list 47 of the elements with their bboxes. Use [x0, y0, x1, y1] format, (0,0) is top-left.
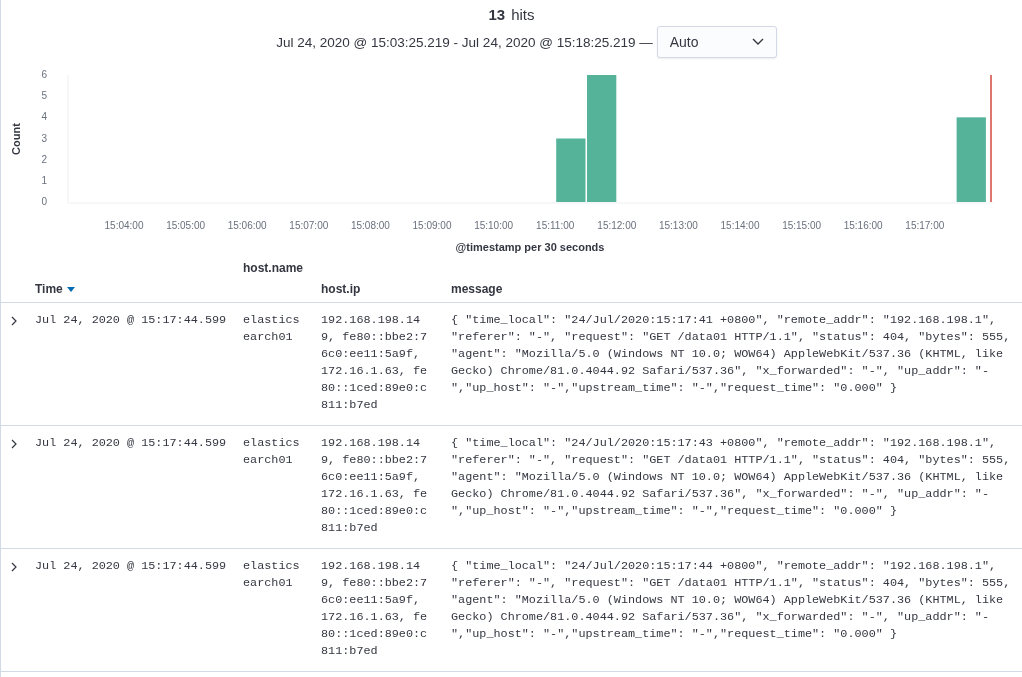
table-cell-text: elasticsearch01 [243, 558, 301, 592]
x-tick-label: 15:07:00 [289, 220, 329, 231]
x-tick-label: 15:16:00 [843, 220, 883, 231]
x-tick-label: 15:13:00 [658, 220, 698, 231]
x-tick-label: 15:11:00 [536, 220, 575, 231]
y-tick-label: 3 [41, 132, 47, 144]
table-cell-text: Jul 24, 2020 @ 15:17:44.599 [35, 312, 228, 329]
y-axis-title: Count [10, 123, 22, 155]
x-tick-label: 15:09:00 [412, 220, 452, 231]
x-tick-label: 15:15:00 [782, 220, 822, 231]
table-cell-text: elasticsearch01 [243, 312, 301, 346]
table-cell-text: { "time_local": "24/Jul/2020:15:17:41 +0800", "remote_addr": "192.168.198.1", "referer": "-", "request": "GET /data01 HTTP/1.1", "status": 404, "bytes": 555, "agent": "Mozilla/5.0 (Windows NT 10.0; WOW64) AppleWebKit/537.36 (KHTML, like Gecko) Chrome/81.0.4044.92 Safari/537.36", "x_forwarded": "-", "up_addr": "-","up_host": "-","upstream_time": "-","request_time": "0.000" } [451, 312, 1012, 397]
y-tick-label: 1 [41, 174, 47, 186]
x-tick-label: 15:12:00 [597, 220, 637, 231]
hit-count: 13 [488, 6, 506, 23]
x-tick-label: 15:14:00 [720, 220, 760, 231]
column-header: host.ip [321, 282, 361, 296]
column-header: host.name [243, 261, 303, 275]
y-tick-label: 6 [41, 69, 47, 80]
table-cell-text: 192.168.198.149, fe80::bbe2:76c0:ee11:5a9f, 172.16.1.63, fe80::1ced:89e0:c811:b7ed [321, 435, 429, 537]
x-tick-label: 15:10:00 [474, 220, 514, 231]
table-cell-text: { "time_local": "24/Jul/2020:15:17:44 +0800", "remote_addr": "192.168.198.1", "referer": "-", "request": "GET /data01 HTTP/1.1", "status": 404, "bytes": 555, "agent": "Mozilla/5.0 (Windows NT 10.0; WOW64) AppleWebKit/537.36 (KHTML, like Gecko) Chrome/81.0.4044.92 Safari/537.36", "x_forwarded": "-", "up_addr": "-","up_host": "-","upstream_time": "-","request_time": "0.000" } [451, 558, 1012, 643]
table-cell-text: Jul 24, 2020 @ 15:17:44.599 [35, 558, 228, 575]
chevron-icon[interactable] [11, 439, 17, 449]
chevron-icon[interactable] [11, 562, 17, 572]
column-header: message [451, 282, 503, 296]
y-tick-label: 4 [41, 111, 47, 123]
y-tick-label: 2 [41, 153, 47, 165]
time-range: Jul 24, 2020 @ 15:03:25.219 - Jul 24, 2020 @ 15:18:25.219 — [276, 34, 653, 50]
table-cell-text: 192.168.198.149, fe80::bbe2:76c0:ee11:5a9f, 172.16.1.63, fe80::1ced:89e0:c811:b7ed [321, 558, 429, 660]
y-tick-label: 0 [41, 196, 47, 207]
x-tick-label: 15:08:00 [350, 220, 390, 231]
x-axis-title: @timestamp per 30 seconds [455, 241, 605, 253]
interval-select[interactable]: Auto [656, 26, 777, 58]
table-cell-text: 192.168.198.149, fe80::bbe2:76c0:ee11:5a9f, 172.16.1.63, fe80::1ced:89e0:c811:b7ed [321, 312, 429, 414]
table-cell-text: Jul 24, 2020 @ 15:17:44.599 [35, 435, 228, 452]
x-tick-label: 15:04:00 [104, 220, 144, 231]
column-header[interactable]: Time [35, 282, 75, 296]
table-cell-text: { "time_local": "24/Jul/2020:15:17:43 +0800", "remote_addr": "192.168.198.1", "referer": "-", "request": "GET /data01 HTTP/1.1", "status": 404, "bytes": 555, "agent": "Mozilla/5.0 (Windows NT 10.0; WOW64) AppleWebKit/537.36 (KHTML, like Gecko) Chrome/81.0.4044.92 Safari/537.36", "x_forwarded": "-", "up_addr": "-","up_host": "-","upstream_time": "-","request_time": "0.000" } [451, 435, 1012, 520]
chevron-down-icon [751, 38, 764, 46]
table-cell-text: elasticsearch01 [243, 435, 301, 469]
chevron-icon[interactable] [11, 316, 17, 326]
y-tick-label: 5 [41, 90, 47, 102]
x-tick-label: 15:06:00 [227, 220, 267, 231]
x-tick-label: 15:17:00 [905, 220, 945, 231]
x-tick-label: 15:05:00 [166, 220, 206, 231]
hits-label: hits [511, 6, 535, 23]
